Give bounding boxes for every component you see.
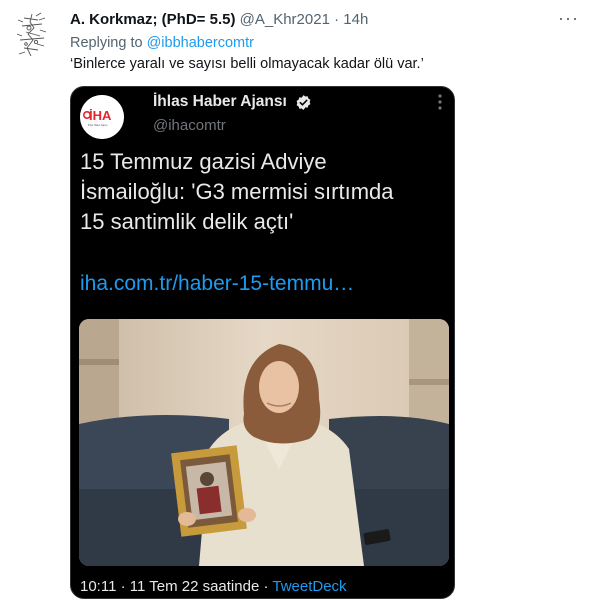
iha-logo-subtext: İhlas Haber Ajansı bbox=[88, 124, 108, 127]
embed-body-line: 15 santimlik delik açtı' bbox=[80, 209, 294, 234]
embedded-tweet-image[interactable]: İHA İhlas Haber Ajansı İhlas Haber Ajans… bbox=[70, 86, 455, 599]
embed-photo bbox=[79, 319, 449, 566]
author-handle[interactable]: @A_Khr2021 bbox=[240, 11, 330, 28]
tweet-header: A. Korkmaz; (PhD= 5.5) @A_Khr2021 · 14h bbox=[70, 11, 368, 28]
replying-handle-link[interactable]: @ibbhabercomtr bbox=[147, 35, 254, 51]
embed-more-icon bbox=[438, 94, 442, 110]
replying-label: Replying to bbox=[70, 35, 143, 51]
verified-badge-icon bbox=[296, 95, 311, 110]
more-options-icon[interactable]: ··· bbox=[558, 8, 579, 29]
embed-body-line: İsmailoğlu: 'G3 mermisi sırtımda bbox=[80, 179, 394, 204]
replying-to: Replying to @ibbhabercomtr bbox=[70, 35, 254, 51]
embed-timestamp: 10:11 · 11 Tem 22 saatinde · bbox=[80, 578, 269, 595]
embed-article-link: iha.com.tr/haber-15-temmu… bbox=[80, 272, 355, 295]
meta-separator: · bbox=[334, 11, 340, 28]
author-avatar[interactable] bbox=[14, 10, 50, 60]
iha-logo: İHA İhlas Haber Ajansı bbox=[80, 95, 124, 139]
embed-author-name: İhlas Haber Ajansı bbox=[153, 93, 287, 110]
author-name[interactable]: A. Korkmaz; (PhD= 5.5) bbox=[70, 11, 235, 28]
iha-logo-text: İHA bbox=[89, 108, 112, 123]
tweet-text: ‘Binlerce yaralı ve sayısı belli olmayac… bbox=[70, 56, 424, 72]
embed-body-text: 15 Temmuz gazisi Adviye İsmailoğlu: 'G3 … bbox=[80, 147, 450, 237]
embed-source-link: TweetDeck bbox=[272, 578, 347, 595]
embed-body-line: 15 Temmuz gazisi Adviye bbox=[80, 149, 327, 174]
embed-author-handle: @ihacomtr bbox=[153, 117, 226, 134]
avatar-sketch-icon bbox=[14, 10, 50, 60]
tweet-time[interactable]: 14h bbox=[343, 11, 368, 28]
embed-footer: 10:11 · 11 Tem 22 saatinde · TweetDeck bbox=[80, 578, 347, 595]
